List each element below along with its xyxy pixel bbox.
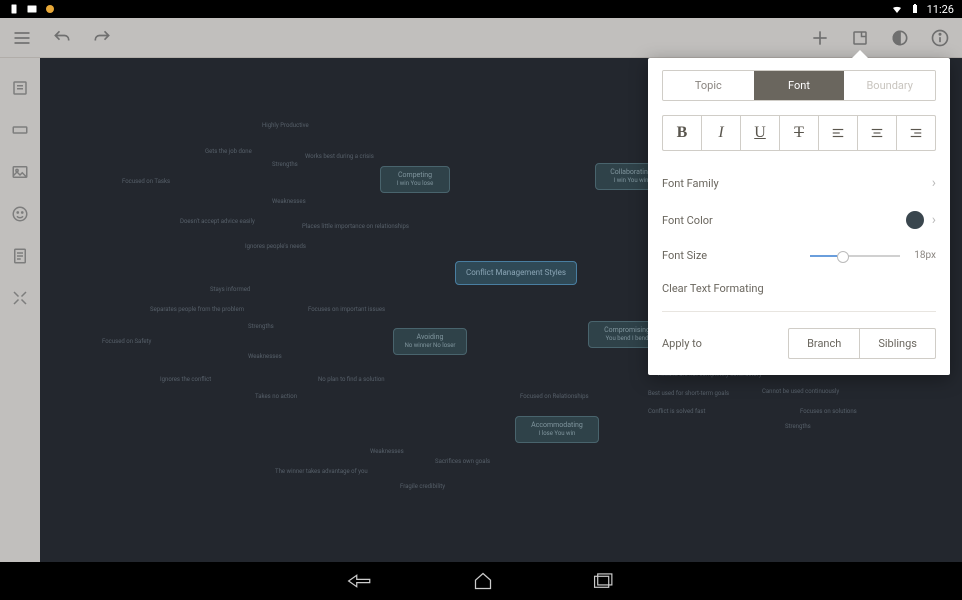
label: Works best during a crisis [305, 153, 374, 160]
panel-tabs: Topic Font Boundary [662, 70, 936, 101]
label: Ignores people's needs [245, 243, 306, 250]
label: Separates people from the problem [150, 306, 244, 313]
back-button[interactable] [347, 572, 373, 590]
font-size-slider[interactable] [810, 255, 900, 257]
theme-button[interactable] [886, 24, 914, 52]
label: Focuses on solutions [800, 408, 857, 415]
font-color-row[interactable]: Font Color › [662, 201, 936, 239]
label: Gets the job done [205, 148, 252, 155]
undo-button[interactable] [48, 24, 76, 52]
label: Focused on Safety [102, 338, 151, 345]
align-left-button[interactable] [819, 116, 858, 150]
apply-siblings-button[interactable]: Siblings [859, 329, 935, 358]
emoji-icon[interactable] [8, 202, 32, 226]
font-style-row: B I U T [662, 115, 936, 151]
divider [662, 311, 936, 312]
left-sidebar [0, 58, 40, 562]
italic-button[interactable]: I [702, 116, 741, 150]
note-button[interactable] [846, 24, 874, 52]
node-avoiding[interactable]: Avoiding No winner No loser [393, 328, 467, 355]
label: Sacrifices own goals [435, 458, 490, 465]
label: Focused on Tasks [122, 178, 170, 185]
label: Strengths [248, 323, 274, 330]
label: Focuses on important issues [308, 306, 385, 313]
strikethrough-button[interactable]: T [780, 116, 819, 150]
label: Best used for short-term goals [648, 390, 729, 397]
label: Highly Productive [262, 122, 309, 129]
label: Ignores the conflict [160, 376, 211, 383]
label: Weaknesses [370, 448, 404, 455]
label: Stays informed [210, 286, 250, 293]
label: No plan to find a solution [318, 376, 385, 383]
align-right-button[interactable] [897, 116, 935, 150]
tab-boundary[interactable]: Boundary [844, 71, 935, 100]
clear-formatting-button[interactable]: Clear Text Formating [662, 272, 936, 305]
font-family-row[interactable]: Font Family › [662, 165, 936, 201]
chevron-right-icon: › [932, 175, 936, 191]
redo-button[interactable] [88, 24, 116, 52]
android-nav-bar [0, 562, 962, 600]
info-button[interactable] [926, 24, 954, 52]
image-icon[interactable] [8, 160, 32, 184]
top-toolbar [0, 18, 962, 58]
battery-icon [909, 3, 921, 15]
tab-topic[interactable]: Topic [663, 71, 754, 100]
label: Places little importance on relationship… [302, 223, 409, 230]
label: The winner takes advantage of you [275, 468, 368, 475]
font-size-row: Font Size 18px [662, 239, 936, 272]
label: Fragile credibility [400, 483, 445, 490]
android-status-bar: 11:26 [0, 0, 962, 18]
font-size-value: 18px [908, 250, 936, 261]
underline-button[interactable]: U [741, 116, 780, 150]
outline-icon[interactable] [8, 76, 32, 100]
add-button[interactable] [806, 24, 834, 52]
label: Weaknesses [248, 353, 282, 360]
node-competing[interactable]: Competing I win You lose [380, 166, 450, 193]
node-center[interactable]: Conflict Management Styles [455, 261, 577, 285]
node-accommodating[interactable]: Accommodating I lose You win [515, 416, 599, 443]
recent-button[interactable] [593, 573, 615, 589]
format-panel: Topic Font Boundary B I U T Font Family … [648, 58, 950, 375]
chevron-right-icon: › [932, 212, 936, 228]
status-icon-1 [8, 3, 20, 15]
status-icon-3 [44, 3, 56, 15]
label: Conflict is solved fast [648, 408, 705, 415]
status-icon-2 [26, 3, 38, 15]
tab-font[interactable]: Font [754, 71, 845, 100]
label: Cannot be used continuously [762, 388, 839, 395]
label: Strengths [785, 423, 811, 430]
apply-branch-button[interactable]: Branch [789, 329, 859, 358]
align-center-button[interactable] [858, 116, 897, 150]
wifi-icon [891, 3, 903, 15]
label: Strengths [272, 161, 298, 168]
home-button[interactable] [473, 571, 493, 591]
label: Weaknesses [272, 198, 306, 205]
menu-button[interactable] [8, 24, 36, 52]
collapse-icon[interactable] [8, 286, 32, 310]
apply-to-row: Apply to Branch Siblings [662, 318, 936, 363]
color-swatch [906, 211, 924, 229]
label: Doesn't accept advice easily [180, 218, 255, 225]
label: Takes no action [255, 393, 297, 400]
notes-icon[interactable] [8, 244, 32, 268]
markers-icon[interactable] [8, 118, 32, 142]
bold-button[interactable]: B [663, 116, 702, 150]
label: Focused on Relationships [520, 393, 589, 400]
status-time: 11:26 [927, 3, 954, 16]
